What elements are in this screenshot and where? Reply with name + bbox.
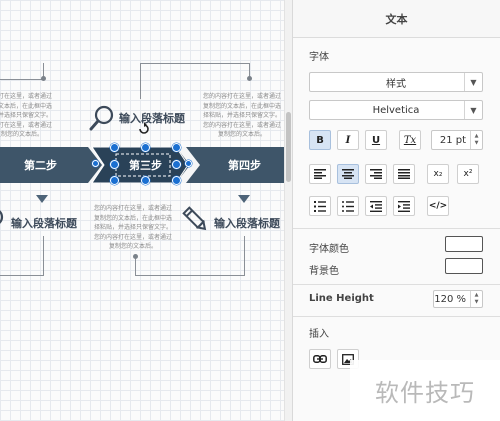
connector-line — [135, 256, 136, 276]
font-size-spinner[interactable]: 21 pt ▲ ▼ — [431, 130, 483, 150]
pencil-icon — [0, 205, 10, 236]
indent-button[interactable] — [393, 196, 415, 216]
font-family-select[interactable]: Helvetica ▼ — [309, 100, 483, 120]
selection-handle[interactable] — [110, 143, 119, 152]
line-height-value: 120 % — [434, 293, 466, 305]
pencil-icon — [180, 204, 210, 237]
connector-line — [140, 63, 250, 64]
connector-line — [43, 236, 44, 276]
section-divider — [293, 316, 500, 317]
connector-line — [249, 63, 250, 77]
outdent-button[interactable] — [365, 196, 387, 216]
step-label-4: 第四步 — [228, 159, 261, 172]
selection-handle[interactable] — [185, 160, 192, 167]
connector-line — [0, 275, 44, 276]
format-panel: 文本 字体 样式 ▼ Helvetica ▼ B I U Tx 21 pt ▲ ▼… — [292, 0, 500, 421]
background-color-label: 背景色 — [309, 266, 339, 277]
style-select[interactable]: 样式 ▼ — [309, 72, 483, 92]
insert-section-label: 插入 — [309, 329, 329, 340]
numbered-list-button[interactable] — [309, 196, 331, 216]
align-right-button[interactable] — [365, 164, 387, 184]
font-family-value: Helvetica — [372, 104, 420, 116]
selection-handle[interactable] — [141, 143, 150, 152]
chevron-down-icon: ▼ — [464, 73, 482, 91]
connector-dot — [41, 76, 46, 81]
step-label-3[interactable]: 第三步 — [129, 157, 162, 173]
selection-handle[interactable] — [141, 176, 150, 185]
section-divider — [293, 228, 500, 229]
html-source-button[interactable]: </> — [427, 196, 449, 216]
down-arrow-icon — [238, 195, 250, 203]
paragraph-text: 您的内容打在这里，或者通过 复制您的文本后，在此框中选 择粘贴，并选择只保留文字… — [93, 205, 172, 250]
line-height-spinner[interactable]: 120 % ▲ ▼ — [433, 290, 483, 308]
background-color-swatch[interactable] — [445, 258, 483, 274]
watermark: 软件技巧 — [350, 360, 500, 421]
paragraph-text: 您的内容打在这里，或者通过 复制您的文本后，在此框中选 择粘贴，并选择只保留文字… — [202, 93, 281, 138]
spinner-arrows-icon[interactable]: ▲ ▼ — [470, 131, 482, 149]
connector-dot — [247, 76, 252, 81]
bullet-list-button[interactable] — [337, 196, 359, 216]
justify-button[interactable] — [393, 164, 415, 184]
connector-line — [135, 275, 245, 276]
diagram-canvas[interactable]: 内容打在这里，或者通过 您的文本后，在此框中选 贴，并选择只保留文字。 内容打在… — [0, 0, 284, 421]
font-color-swatch[interactable] — [445, 236, 483, 252]
section-heading: 输入段落标题 — [11, 217, 77, 230]
selection-handle[interactable] — [172, 160, 181, 169]
line-height-label: Line Height — [309, 293, 374, 304]
font-color-label: 字体颜色 — [309, 244, 349, 255]
bold-button[interactable]: B — [309, 130, 331, 150]
down-arrow-icon — [36, 195, 48, 203]
canvas-scrollbar[interactable] — [284, 0, 292, 421]
selection-handle[interactable] — [172, 143, 181, 152]
connector-line — [244, 236, 245, 276]
canvas-scroll-thumb[interactable] — [286, 112, 291, 182]
section-heading: 输入段落标题 — [214, 217, 280, 230]
italic-button[interactable]: I — [337, 130, 359, 150]
underline-button[interactable]: U — [365, 130, 387, 150]
style-select-value: 样式 — [386, 78, 406, 90]
selection-handle[interactable] — [110, 160, 119, 169]
selection-handle[interactable] — [110, 176, 119, 185]
superscript-button[interactable]: x² — [457, 164, 479, 184]
section-heading: 输入段落标题 — [119, 112, 185, 125]
align-left-button[interactable] — [309, 164, 331, 184]
connector-line — [140, 63, 141, 99]
selection-handle[interactable] — [172, 176, 181, 185]
connector-dot — [133, 254, 138, 259]
subscript-button[interactable]: x₂ — [427, 164, 449, 184]
spinner-arrows-icon[interactable]: ▲ ▼ — [470, 291, 482, 307]
font-size-value: 21 pt — [439, 134, 466, 146]
chevron-down-icon: ▼ — [464, 101, 482, 119]
align-center-button[interactable] — [337, 164, 359, 184]
paragraph-text: 内容打在这里，或者通过 您的文本后，在此框中选 贴，并选择只保留文字。 内容打在… — [0, 93, 53, 138]
magnifier-icon — [88, 104, 116, 135]
section-divider — [293, 284, 500, 285]
panel-title[interactable]: 文本 — [293, 0, 500, 38]
selection-handle[interactable] — [92, 160, 99, 167]
step-label-2: 第二步 — [24, 159, 57, 172]
clear-format-button[interactable]: Tx — [399, 130, 421, 150]
rotate-handle-icon[interactable] — [137, 122, 151, 139]
insert-link-button[interactable] — [309, 349, 331, 369]
connector-line — [0, 79, 44, 80]
font-section-label: 字体 — [309, 52, 329, 63]
